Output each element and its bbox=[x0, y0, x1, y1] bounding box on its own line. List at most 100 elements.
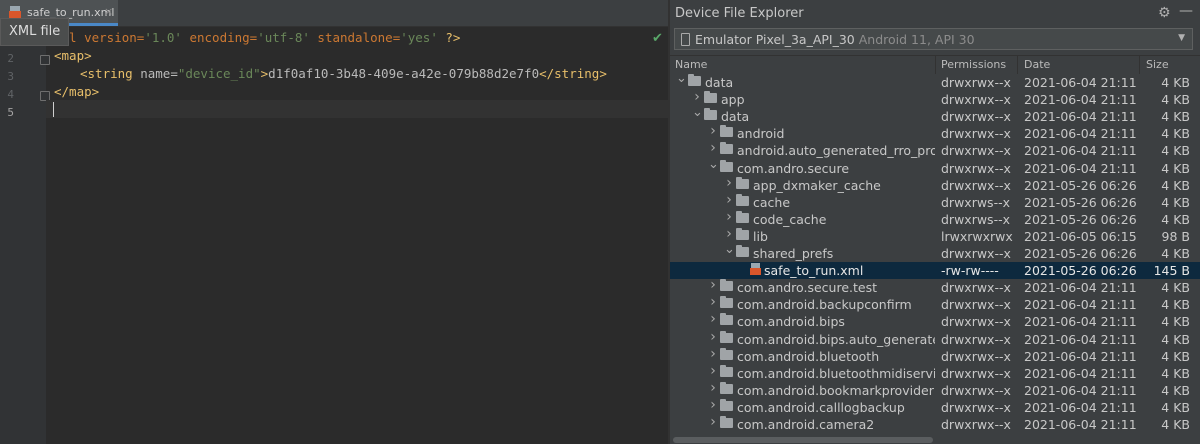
file-tree-row[interactable]: › android drwxrwx--x 2021-06-04 21:11 4 KB bbox=[670, 123, 1200, 142]
file-permissions: drwxrws--x bbox=[941, 194, 1010, 210]
file-permissions: drwxrwx--x bbox=[941, 331, 1011, 347]
file-name: safe_to_run.xml bbox=[764, 263, 864, 279]
folder-icon bbox=[720, 416, 733, 428]
chevron-right-icon[interactable]: › bbox=[708, 380, 718, 396]
file-size: 4 KB bbox=[1161, 417, 1190, 432]
column-header-permissions[interactable]: Permissions bbox=[941, 58, 1006, 71]
column-divider[interactable] bbox=[1017, 56, 1018, 74]
column-header-size[interactable]: Size bbox=[1146, 58, 1169, 71]
scrollbar-thumb[interactable] bbox=[673, 437, 933, 443]
code-line-4[interactable]: </map> bbox=[54, 84, 99, 99]
file-date: 2021-06-04 21:11 bbox=[1024, 399, 1137, 415]
file-tree-row[interactable]: › com.android.bluetooth drwxrwx--x 2021-06-… bbox=[670, 346, 1200, 365]
file-date: 2021-06-04 21:11 bbox=[1024, 331, 1137, 347]
column-header-date[interactable]: Date bbox=[1024, 58, 1050, 71]
file-size: 4 KB bbox=[1161, 246, 1190, 261]
file-date: 2021-06-04 21:11 bbox=[1024, 143, 1137, 159]
file-size: 4 KB bbox=[1161, 331, 1190, 347]
file-tree-row[interactable]: ⌄ com.andro.secure drwxrwx--x 2021-06-04 21… bbox=[670, 157, 1200, 177]
editor-tab-bar: safe_to_run.xml × bbox=[0, 0, 668, 27]
file-permissions: drwxrwx--x bbox=[941, 160, 1011, 176]
minimize-icon[interactable]: — bbox=[1179, 3, 1193, 19]
file-tree-row[interactable]: › cache drwxrws--x 2021-05-26 06:26 4 KB bbox=[670, 192, 1200, 211]
chevron-right-icon[interactable]: › bbox=[708, 414, 718, 430]
file-tree-row[interactable]: › com.android.bluetoothmidiservice drwxrwx… bbox=[670, 363, 1200, 382]
chevron-right-icon[interactable]: › bbox=[708, 294, 718, 310]
chevron-down-icon[interactable]: ⌄ bbox=[676, 74, 687, 86]
file-name: app_dxmaker_cache bbox=[753, 177, 881, 193]
column-divider[interactable] bbox=[1139, 56, 1140, 74]
file-tree-row[interactable]: › com.android.camera2 drwxrwx--x 2021-06-04… bbox=[670, 414, 1200, 433]
file-tree-row[interactable]: › code_cache drwxrws--x 2021-05-26 06:26 4 K… bbox=[670, 209, 1200, 228]
chevron-down-icon[interactable]: ⌄ bbox=[724, 242, 735, 257]
code-line-1[interactable]: xml version='1.0' encoding='utf-8' stand… bbox=[54, 30, 460, 45]
column-header-name[interactable]: Name bbox=[675, 58, 707, 71]
text-caret bbox=[53, 102, 54, 117]
file-tree-row[interactable]: › com.andro.secure.test drwxrwx--x 2021-06-… bbox=[670, 277, 1200, 296]
file-size: 4 KB bbox=[1161, 194, 1190, 210]
file-tree-row[interactable]: › com.android.calllogbackup drwxrwx--x 2021… bbox=[670, 397, 1200, 416]
horizontal-scrollbar[interactable] bbox=[670, 434, 1200, 444]
file-date: 2021-05-26 06:26 bbox=[1024, 194, 1137, 210]
inspection-ok-icon[interactable]: ✔ bbox=[652, 31, 663, 46]
chevron-right-icon[interactable]: › bbox=[724, 192, 734, 208]
file-tree-row[interactable]: › com.android.bips.auto_generated_rrc drwx… bbox=[670, 329, 1200, 348]
file-name: com.android.backupconfirm bbox=[737, 297, 912, 313]
file-tree-row[interactable]: › android.auto_generated_rro_product_ drwx… bbox=[670, 140, 1200, 159]
chevron-right-icon[interactable]: › bbox=[708, 329, 718, 345]
device-api: Android 11, API 30 bbox=[858, 32, 975, 47]
file-tree-row[interactable]: ⌄ data drwxrwx--x 2021-06-04 21:11 4 KB bbox=[670, 105, 1200, 125]
phone-icon bbox=[681, 33, 690, 46]
file-tree-row[interactable]: ⌄ shared_prefs drwxrwx--x 2021-05-26 06:26 4… bbox=[670, 242, 1200, 262]
file-tree-row[interactable]: › app_dxmaker_cache drwxrwx--x 2021-05-26 0… bbox=[670, 175, 1200, 194]
xml-tag: <string bbox=[80, 66, 133, 81]
device-selector[interactable]: Emulator Pixel_3a_API_30 Android 11, API… bbox=[674, 28, 1193, 50]
chevron-right-icon[interactable]: › bbox=[708, 311, 718, 327]
file-tree-row[interactable]: › lib lrwxrwxrwx 2021-06-05 06:15 98 B bbox=[670, 226, 1200, 245]
file-name: com.android.bookmarkprovider bbox=[737, 382, 934, 398]
file-tree-row[interactable]: ⌄ data drwxrwx--x 2021-06-04 21:11 4 KB bbox=[670, 74, 1200, 91]
chevron-right-icon[interactable]: › bbox=[724, 209, 734, 225]
text-content: d1f0af10-3b48-409e-a42e-079b88d2e7f0 bbox=[268, 66, 540, 81]
chevron-right-icon[interactable]: › bbox=[708, 363, 718, 379]
folder-icon bbox=[720, 279, 733, 292]
folder-icon bbox=[736, 210, 749, 223]
file-name: com.android.camera2 bbox=[737, 417, 875, 432]
chevron-right-icon[interactable]: › bbox=[724, 175, 734, 191]
chevron-right-icon[interactable]: › bbox=[708, 123, 718, 139]
file-size: 4 KB bbox=[1161, 143, 1190, 159]
file-tree-row[interactable]: › com.android.backupconfirm drwxrwx--x 2021… bbox=[670, 294, 1200, 313]
chevron-right-icon[interactable]: › bbox=[724, 226, 734, 242]
chevron-down-icon[interactable]: ⌄ bbox=[708, 157, 719, 172]
file-tree-row[interactable]: safe_to_run.xml -rw-rw---- 2021-05-26 06:2… bbox=[670, 262, 1200, 280]
close-tab-icon[interactable]: × bbox=[104, 5, 113, 18]
file-date: 2021-06-04 21:11 bbox=[1024, 297, 1137, 313]
gear-icon[interactable]: ⚙ bbox=[1158, 5, 1171, 21]
folder-icon bbox=[720, 313, 733, 326]
file-tree-row[interactable]: › com.android.bips drwxrwx--x 2021-06-04 21… bbox=[670, 311, 1200, 330]
file-tree-row[interactable]: › com.android.bookmarkprovider drwxrwx--x 2… bbox=[670, 380, 1200, 399]
xml-editor[interactable]: safe_to_run.xml × XML file 1 2 3 4 5 xml… bbox=[0, 0, 668, 444]
chevron-right-icon[interactable]: › bbox=[708, 277, 718, 293]
file-size: 4 KB bbox=[1161, 297, 1190, 313]
chevron-right-icon[interactable]: › bbox=[708, 140, 718, 156]
folder-icon bbox=[720, 330, 733, 343]
chevron-right-icon[interactable]: › bbox=[708, 397, 718, 413]
chevron-down-icon[interactable]: ⌄ bbox=[692, 105, 703, 120]
code-line-3[interactable]: <string name="device_id">d1f0af10-3b48-4… bbox=[80, 66, 607, 81]
file-permissions: drwxrws--x bbox=[941, 211, 1010, 227]
file-size: 4 KB bbox=[1161, 109, 1190, 125]
line-number: 3 bbox=[7, 70, 14, 83]
file-size: 4 KB bbox=[1161, 126, 1190, 142]
attr-value: 'yes' bbox=[400, 30, 438, 45]
current-line-highlight bbox=[46, 100, 668, 118]
file-date: 2021-06-04 21:11 bbox=[1024, 75, 1137, 90]
file-permissions: drwxrwx--x bbox=[941, 399, 1011, 415]
chevron-right-icon[interactable]: › bbox=[692, 89, 702, 105]
fold-marker-icon[interactable] bbox=[40, 55, 50, 65]
code-line-2[interactable]: <map> bbox=[54, 48, 92, 63]
file-date: 2021-06-04 21:11 bbox=[1024, 417, 1137, 432]
column-divider[interactable] bbox=[935, 56, 936, 74]
chevron-right-icon[interactable]: › bbox=[708, 346, 718, 362]
file-tree-row[interactable]: › app drwxrwx--x 2021-06-04 21:11 4 KB bbox=[670, 89, 1200, 108]
